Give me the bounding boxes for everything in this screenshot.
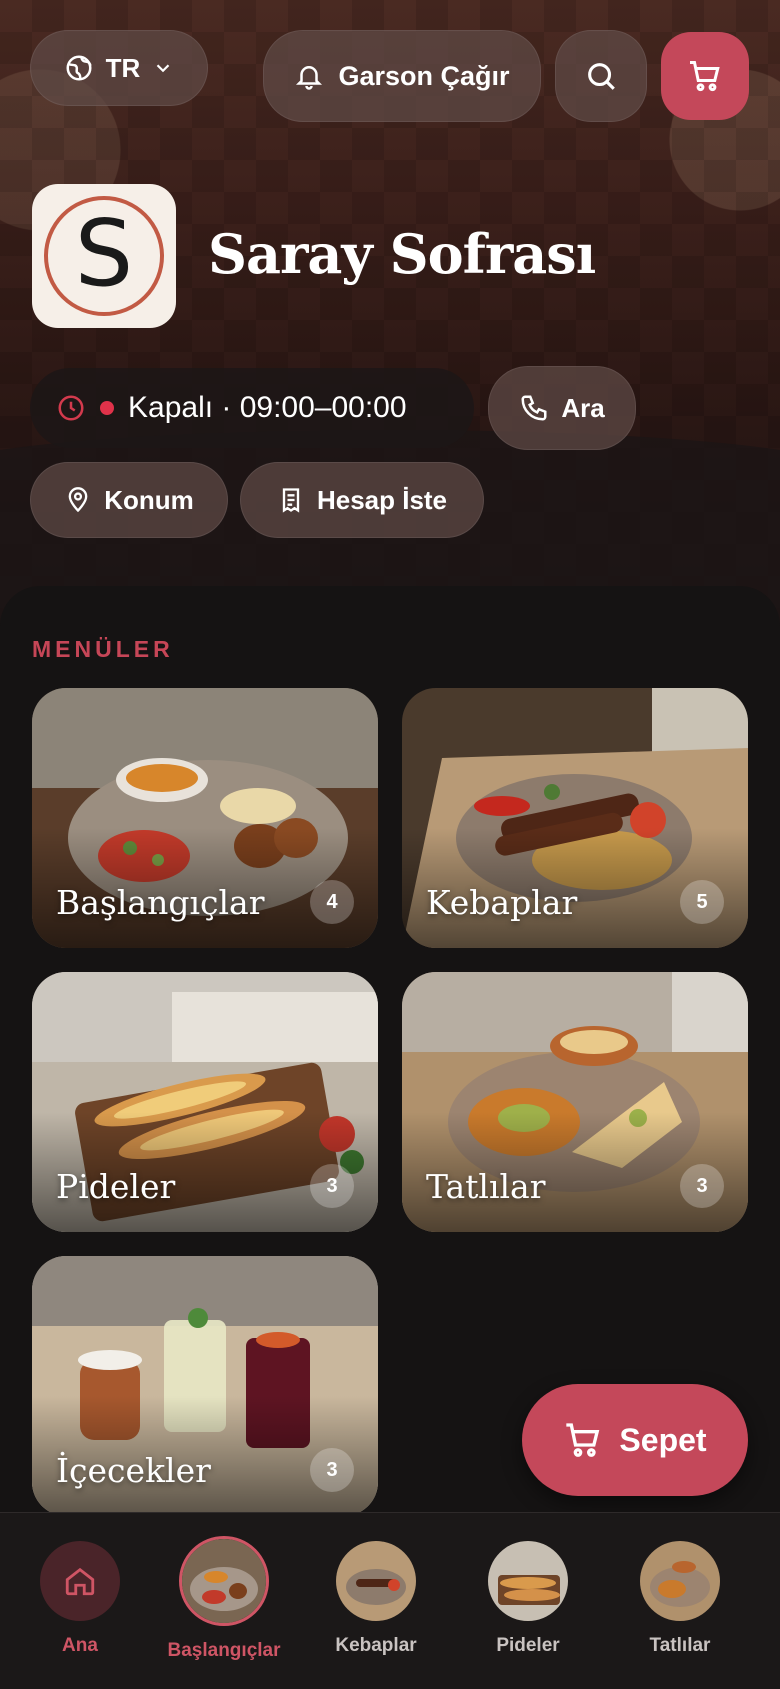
menu-card-pideler[interactable]: Pideler 3 — [32, 972, 378, 1232]
bottom-nav: Ana Başlangıçlar Kebaplar Pideler Tatlıl… — [0, 1512, 780, 1689]
logo-emblem: S — [44, 196, 164, 316]
status-dot — [100, 401, 114, 415]
nav-thumb — [40, 1541, 120, 1621]
nav-thumb — [488, 1541, 568, 1621]
nav-label: Kebaplar — [335, 1635, 417, 1656]
receipt-icon — [282, 488, 300, 513]
menu-card-count: 3 — [310, 1164, 354, 1208]
location-label: Konum — [104, 484, 194, 515]
menu-card-count: 3 — [310, 1448, 354, 1492]
nav-item-baslangiclar[interactable]: Başlangıçlar — [144, 1536, 304, 1662]
call-waiter-label: Garson Çağır — [338, 60, 510, 91]
search-button[interactable] — [555, 30, 647, 122]
nav-item-ana[interactable]: Ana — [0, 1541, 160, 1657]
nav-label: Ana — [62, 1635, 98, 1656]
menu-card-title: Pideler — [56, 1167, 176, 1206]
nav-label: Başlangıçlar — [167, 1640, 281, 1661]
menu-card-title: Kebaplar — [426, 883, 578, 922]
request-bill-label: Hesap İste — [316, 484, 448, 515]
language-code: TR — [105, 52, 141, 83]
kebabs-thumbnail — [336, 1541, 416, 1621]
opening-status: Kapalı · 09:00–00:00 — [30, 368, 474, 448]
nav-thumb — [179, 1536, 269, 1626]
menu-card-kebaplar[interactable]: Kebaplar 5 — [402, 688, 748, 948]
logo-letter: S — [75, 200, 133, 307]
nav-item-kebaplar[interactable]: Kebaplar — [296, 1541, 456, 1657]
language-selector[interactable]: TR — [30, 30, 208, 106]
nav-thumb — [336, 1541, 416, 1621]
restaurant-name: Saray Sofrası — [208, 222, 596, 286]
nav-item-pideler[interactable]: Pideler — [448, 1541, 608, 1657]
pide-thumbnail — [488, 1541, 568, 1621]
menus-section-title: MENÜLER — [32, 636, 174, 662]
search-icon — [588, 63, 615, 90]
call-waiter-button[interactable]: Garson Çağır — [263, 30, 541, 122]
starters-thumbnail — [182, 1539, 266, 1623]
menu-card-count: 3 — [680, 1164, 724, 1208]
chevron-down-icon — [157, 64, 170, 73]
status-text: Kapalı · 09:00–00:00 — [128, 391, 407, 424]
cart-icon — [690, 61, 720, 92]
clock-icon — [58, 395, 84, 421]
cart-top-button[interactable] — [661, 32, 749, 120]
phone-icon — [521, 395, 547, 421]
location-pin-icon — [68, 487, 88, 513]
location-button[interactable]: Konum — [30, 462, 228, 538]
menu-card-baslangiclar[interactable]: Başlangıçlar 4 — [32, 688, 378, 948]
menu-card-count: 4 — [310, 880, 354, 924]
nav-item-tatlilar[interactable]: Tatlılar — [600, 1541, 760, 1657]
nav-label: Pideler — [496, 1635, 560, 1656]
bell-icon — [296, 66, 323, 90]
cart-label: Sepet — [619, 1421, 707, 1458]
call-button[interactable]: Ara — [488, 366, 636, 450]
menu-card-icecekler[interactable]: İçecekler 3 — [32, 1256, 378, 1516]
menu-card-count: 5 — [680, 880, 724, 924]
desserts-thumbnail — [640, 1541, 720, 1621]
cart-floating-button[interactable]: Sepet — [522, 1384, 748, 1496]
nav-thumb — [640, 1541, 720, 1621]
restaurant-logo: S — [32, 184, 176, 328]
menu-card-title: Tatlılar — [426, 1167, 546, 1206]
nav-label: Tatlılar — [649, 1635, 711, 1656]
globe-icon — [66, 55, 92, 81]
menu-card-tatlilar[interactable]: Tatlılar 3 — [402, 972, 748, 1232]
home-icon — [65, 1567, 95, 1596]
menu-card-title: İçecekler — [56, 1451, 211, 1490]
request-bill-button[interactable]: Hesap İste — [240, 462, 484, 538]
menu-card-title: Başlangıçlar — [56, 883, 265, 922]
cart-icon — [566, 1423, 600, 1457]
call-label: Ara — [561, 392, 605, 423]
